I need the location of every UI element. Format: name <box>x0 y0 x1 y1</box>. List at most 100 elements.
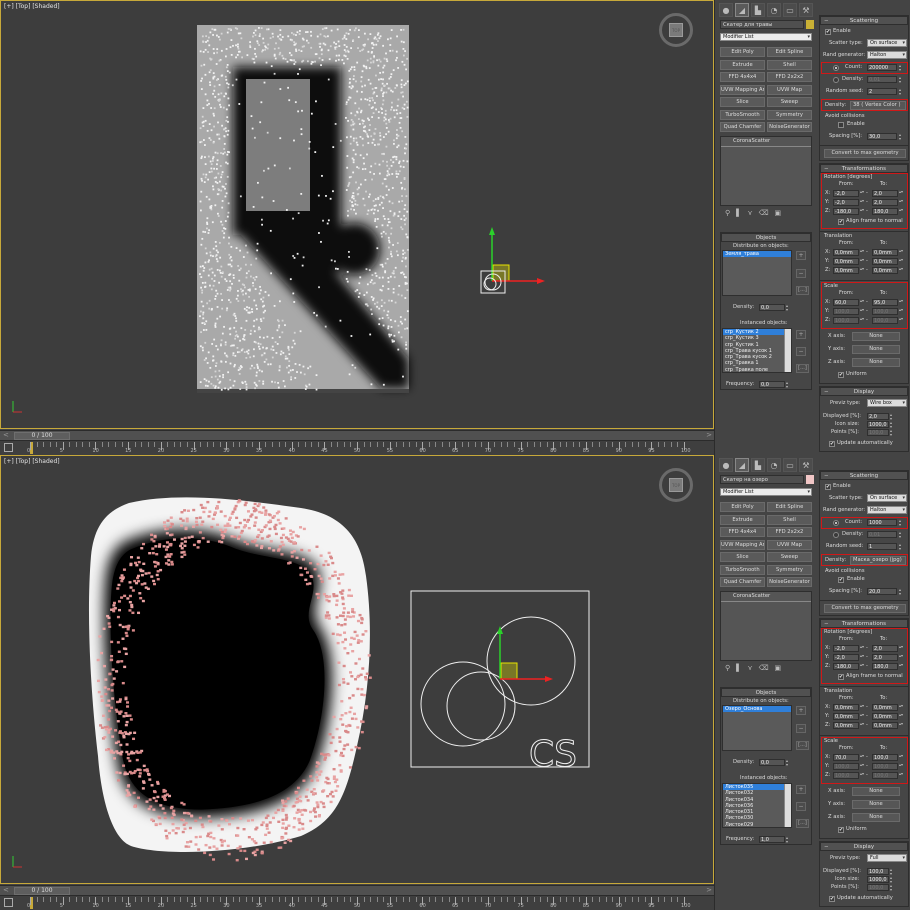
spinner-arrows-icon[interactable]: ▴▾ <box>899 663 903 670</box>
modifier-button[interactable]: TurboSmooth <box>720 109 765 120</box>
frequency-spinner[interactable]: 1,0 <box>759 836 785 843</box>
modifier-button[interactable]: Edit Poly <box>720 502 765 512</box>
translation-to-spinner[interactable]: 0,0mm <box>872 249 898 256</box>
convert-to-geometry-button[interactable]: Convert to max geometry <box>824 604 906 613</box>
spinner-arrows-icon[interactable]: ▴▾ <box>899 713 903 720</box>
distribute-list[interactable]: Озеро_Основа <box>722 705 792 751</box>
instanced-more-button[interactable]: [...] <box>796 364 809 373</box>
spinner-arrows-icon[interactable]: ▴▾ <box>899 772 903 779</box>
remove-instanced-button[interactable]: − <box>796 347 806 356</box>
spacing-spinner[interactable]: 30,0 <box>867 133 897 140</box>
rotation-from-spinner[interactable]: -180,0 <box>833 663 859 670</box>
time-prev-button[interactable]: < <box>3 887 11 894</box>
scattering-header[interactable]: − Scattering <box>820 16 908 25</box>
spinner-arrows-icon[interactable]: ▴▾ <box>899 76 903 84</box>
spinner-arrows-icon[interactable]: ▴▾ <box>860 208 864 215</box>
spinner-arrows-icon[interactable]: ▴▾ <box>860 772 864 779</box>
scatter-type-dropdown[interactable]: On surface <box>867 39 907 47</box>
modifier-button[interactable]: UVW Mapping Ar <box>720 84 765 95</box>
spinner-arrows-icon[interactable]: ▴▾ <box>899 722 903 729</box>
spinner-arrows-icon[interactable]: ▴▾ <box>860 754 864 761</box>
spacing-spinner[interactable]: 20,0 <box>867 588 897 595</box>
spinner-arrows-icon[interactable]: ▴▾ <box>860 704 864 711</box>
instanced-scrollbar[interactable] <box>784 329 791 372</box>
modifier-button[interactable]: TurboSmooth <box>720 564 765 575</box>
translation-to-spinner[interactable]: 0,0mm <box>872 713 898 720</box>
objects-header[interactable]: Objects <box>721 233 811 242</box>
scale-to-spinner[interactable]: 100,0 <box>872 763 898 770</box>
modifier-button[interactable]: NoiseGenerator <box>767 577 812 587</box>
rand-generator-dropdown[interactable]: Halton <box>867 506 907 514</box>
yaxis-button[interactable]: None <box>852 800 900 809</box>
modifier-button[interactable]: Quad Chamfer <box>720 577 765 587</box>
track-bar-toggle-icon[interactable] <box>4 898 13 907</box>
modify-tab-icon[interactable]: ◢ <box>735 458 749 472</box>
modifier-button[interactable]: Edit Poly <box>720 47 765 57</box>
motion-tab-icon[interactable]: ◔ <box>767 458 781 472</box>
scale-from-spinner[interactable]: 100,0 <box>833 317 859 324</box>
remove-distribute-button[interactable]: − <box>796 724 806 733</box>
density-spinner[interactable]: 0,01 <box>867 531 897 538</box>
instanced-list-item[interactable]: crp_Травка поле <box>723 367 791 372</box>
time-next-button[interactable]: > <box>706 432 712 439</box>
spinner-arrows-icon[interactable]: ▴▾ <box>860 308 864 315</box>
update-auto-checkbox[interactable]: ✔ <box>829 441 835 447</box>
frequency-spinner[interactable]: 0,0 <box>759 381 785 388</box>
rotation-from-spinner[interactable]: -2,0 <box>833 190 859 197</box>
spinner-arrows-icon[interactable]: ▴▾ <box>786 759 790 767</box>
count-radio[interactable] <box>833 520 839 526</box>
spinner-arrows-icon[interactable]: ▴▾ <box>899 133 903 141</box>
lake-scatter-scene[interactable]: CS <box>1 456 714 884</box>
points-spinner[interactable]: 100,0 <box>867 884 889 891</box>
modifier-button[interactable]: Sweep <box>767 552 812 562</box>
spinner-arrows-icon[interactable]: ▴▾ <box>860 763 864 770</box>
time-prev-button[interactable]: < <box>3 432 11 439</box>
density-spinner[interactable]: 0,01 <box>867 76 897 83</box>
spinner-arrows-icon[interactable]: ▴▾ <box>860 645 864 652</box>
avoid-enable-checkbox[interactable] <box>838 122 844 128</box>
modifier-stack[interactable]: CoronaScatter <box>720 136 812 206</box>
spinner-arrows-icon[interactable]: ▴▾ <box>786 836 790 844</box>
random-seed-spinner[interactable]: 1 <box>867 543 897 550</box>
instanced-list[interactable]: Листок035 Листок032 Листок034 Листок036 Лист… <box>722 783 792 828</box>
modifier-button[interactable]: Symmetry <box>767 109 812 120</box>
count-radio[interactable] <box>833 65 839 71</box>
create-tab-icon[interactable]: ● <box>719 3 733 17</box>
translation-to-spinner[interactable]: 0,0mm <box>872 258 898 265</box>
spinner-arrows-icon[interactable]: ▴▾ <box>890 429 894 437</box>
object-color-swatch[interactable] <box>806 475 814 484</box>
scatter-enable-checkbox[interactable]: ✔ <box>825 484 831 490</box>
spinner-arrows-icon[interactable]: ▴▾ <box>899 704 903 711</box>
gizmo-x-arrow-icon[interactable] <box>537 278 545 284</box>
rotation-to-spinner[interactable]: 2,0 <box>872 654 898 661</box>
spinner-arrows-icon[interactable]: ▴▾ <box>860 267 864 274</box>
modifier-list-dropdown[interactable]: Modifier List <box>720 33 812 41</box>
rotation-to-spinner[interactable]: 2,0 <box>872 645 898 652</box>
modifier-button[interactable]: FFD 4x4x4 <box>720 527 765 537</box>
instanced-list-item[interactable]: Листок029 <box>723 822 791 827</box>
spinner-arrows-icon[interactable]: ▴▾ <box>899 654 903 661</box>
scale-to-spinner[interactable]: 100,0 <box>872 317 898 324</box>
translation-from-spinner[interactable]: 0,0mm <box>833 713 859 720</box>
spinner-arrows-icon[interactable]: ▴▾ <box>860 190 864 197</box>
hierarchy-tab-icon[interactable]: ▙ <box>751 3 765 17</box>
modifier-button[interactable]: Symmetry <box>767 564 812 575</box>
modifier-button[interactable]: Shell <box>767 514 812 525</box>
spinner-arrows-icon[interactable]: ▴▾ <box>786 381 790 389</box>
count-spinner[interactable]: 1000 <box>867 519 897 526</box>
objects-header[interactable]: Objects <box>721 688 811 697</box>
scale-to-spinner[interactable]: 100,0 <box>872 772 898 779</box>
modifier-button[interactable]: Edit Spline <box>767 47 812 57</box>
modify-tab-icon[interactable]: ◢ <box>735 3 749 17</box>
rotation-to-spinner[interactable]: 2,0 <box>872 190 898 197</box>
object-name-field[interactable]: Скатер на озеро <box>720 475 804 484</box>
spinner-arrows-icon[interactable]: ▴▾ <box>860 722 864 729</box>
gizmo[interactable] <box>480 227 545 294</box>
xaxis-button[interactable]: None <box>852 787 900 796</box>
yaxis-button[interactable]: None <box>852 345 900 354</box>
gizmo-x-arrow-icon[interactable] <box>545 676 553 682</box>
spinner-arrows-icon[interactable]: ▴▾ <box>860 258 864 265</box>
avoid-enable-checkbox[interactable]: ✔ <box>838 577 844 583</box>
grass-scatter-scene[interactable] <box>1 1 714 429</box>
modifier-button[interactable]: UVW Map <box>767 84 812 95</box>
